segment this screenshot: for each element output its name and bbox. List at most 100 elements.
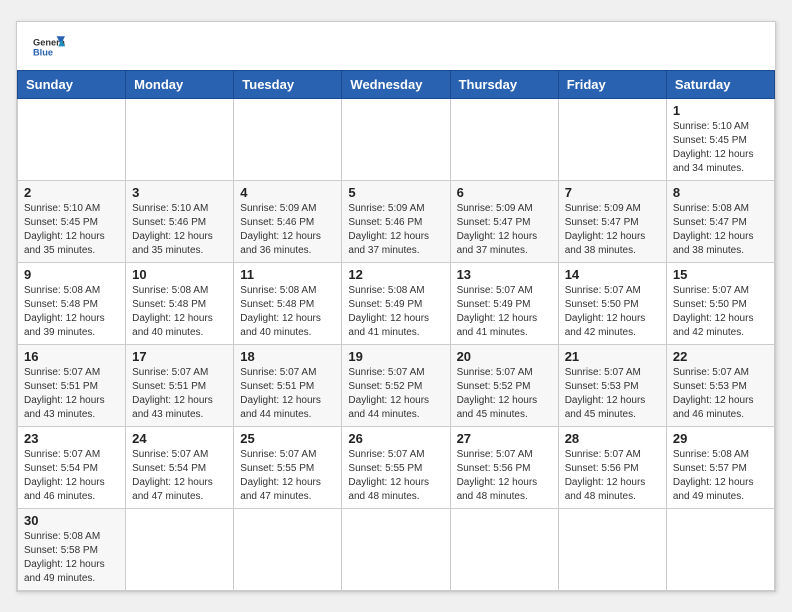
day-number: 19 xyxy=(348,349,443,364)
day-cell xyxy=(666,508,774,590)
day-number: 13 xyxy=(457,267,552,282)
week-row-5: 23Sunrise: 5:07 AM Sunset: 5:54 PM Dayli… xyxy=(18,426,775,508)
day-cell: 19 Sunrise: 5:07 AM Sunset: 5:52 PM Dayli… xyxy=(342,344,450,426)
weekday-header-row: SundayMondayTuesdayWednesdayThursdayFrid… xyxy=(18,70,775,98)
day-number: 17 xyxy=(132,349,227,364)
calendar-header: General Blue xyxy=(17,22,775,70)
day-cell: 27Sunrise: 5:07 AM Sunset: 5:56 PM Dayli… xyxy=(450,426,558,508)
day-cell: 24Sunrise: 5:07 AM Sunset: 5:54 PM Dayli… xyxy=(126,426,234,508)
day-number: 29 xyxy=(673,431,768,446)
day-cell: 21 Sunrise: 5:07 AM Sunset: 5:53 PM Dayli… xyxy=(558,344,666,426)
day-cell: 11Sunrise: 5:08 AM Sunset: 5:48 PM Dayli… xyxy=(234,262,342,344)
day-info: Sunrise: 5:07 AM Sunset: 5:55 PM Dayligh… xyxy=(348,448,443,504)
weekday-header-sunday: Sunday xyxy=(18,70,126,98)
day-info: Sunrise: 5:07 AM Sunset: 5:51 PM Dayligh… xyxy=(132,366,227,422)
day-cell xyxy=(126,508,234,590)
day-number: 5 xyxy=(348,185,443,200)
day-number: 22 xyxy=(673,349,768,364)
day-cell: 17 Sunrise: 5:07 AM Sunset: 5:51 PM Dayli… xyxy=(126,344,234,426)
day-cell: 10 Sunrise: 5:08 AM Sunset: 5:48 PM Dayli… xyxy=(126,262,234,344)
day-cell: 26 Sunrise: 5:07 AM Sunset: 5:55 PM Dayli… xyxy=(342,426,450,508)
day-cell: 7 Sunrise: 5:09 AM Sunset: 5:47 PM Daylig… xyxy=(558,180,666,262)
day-cell: 9Sunrise: 5:08 AM Sunset: 5:48 PM Daylig… xyxy=(18,262,126,344)
day-number: 15 xyxy=(673,267,768,282)
day-number: 9 xyxy=(24,267,119,282)
day-info: Sunrise: 5:09 AM Sunset: 5:47 PM Dayligh… xyxy=(457,202,552,258)
day-info: Sunrise: 5:07 AM Sunset: 5:51 PM Dayligh… xyxy=(24,366,119,422)
day-info: Sunrise: 5:07 AM Sunset: 5:50 PM Dayligh… xyxy=(565,284,660,340)
day-cell: 29 Sunrise: 5:08 AM Sunset: 5:57 PM Dayli… xyxy=(666,426,774,508)
day-number: 6 xyxy=(457,185,552,200)
weekday-header-wednesday: Wednesday xyxy=(342,70,450,98)
day-cell: 28Sunrise: 5:07 AM Sunset: 5:56 PM Dayli… xyxy=(558,426,666,508)
day-info: Sunrise: 5:07 AM Sunset: 5:53 PM Dayligh… xyxy=(565,366,660,422)
week-row-4: 16 Sunrise: 5:07 AM Sunset: 5:51 PM Dayli… xyxy=(18,344,775,426)
day-cell: 12 Sunrise: 5:08 AM Sunset: 5:49 PM Dayli… xyxy=(342,262,450,344)
weekday-header-monday: Monday xyxy=(126,70,234,98)
day-cell: 3 Sunrise: 5:10 AM Sunset: 5:46 PM Daylig… xyxy=(126,180,234,262)
logo: General Blue xyxy=(33,34,65,62)
day-cell: 16 Sunrise: 5:07 AM Sunset: 5:51 PM Dayli… xyxy=(18,344,126,426)
day-number: 26 xyxy=(348,431,443,446)
weekday-header-thursday: Thursday xyxy=(450,70,558,98)
day-info: Sunrise: 5:07 AM Sunset: 5:53 PM Dayligh… xyxy=(673,366,768,422)
day-number: 2 xyxy=(24,185,119,200)
day-info: Sunrise: 5:07 AM Sunset: 5:51 PM Dayligh… xyxy=(240,366,335,422)
day-number: 1 xyxy=(673,103,768,118)
day-number: 3 xyxy=(132,185,227,200)
day-info: Sunrise: 5:07 AM Sunset: 5:52 PM Dayligh… xyxy=(457,366,552,422)
week-row-1: 1 Sunrise: 5:10 AM Sunset: 5:45 PM Daylig… xyxy=(18,98,775,180)
day-cell: 22 Sunrise: 5:07 AM Sunset: 5:53 PM Dayli… xyxy=(666,344,774,426)
day-number: 30 xyxy=(24,513,119,528)
day-cell xyxy=(342,508,450,590)
day-cell xyxy=(18,98,126,180)
day-cell: 15 Sunrise: 5:07 AM Sunset: 5:50 PM Dayli… xyxy=(666,262,774,344)
weekday-header-friday: Friday xyxy=(558,70,666,98)
day-cell xyxy=(126,98,234,180)
day-info: Sunrise: 5:10 AM Sunset: 5:45 PM Dayligh… xyxy=(673,120,768,176)
day-info: Sunrise: 5:08 AM Sunset: 5:58 PM Dayligh… xyxy=(24,530,119,586)
day-cell: 4Sunrise: 5:09 AM Sunset: 5:46 PM Daylig… xyxy=(234,180,342,262)
day-cell: 5 Sunrise: 5:09 AM Sunset: 5:46 PM Daylig… xyxy=(342,180,450,262)
day-number: 10 xyxy=(132,267,227,282)
day-info: Sunrise: 5:08 AM Sunset: 5:49 PM Dayligh… xyxy=(348,284,443,340)
day-info: Sunrise: 5:08 AM Sunset: 5:48 PM Dayligh… xyxy=(132,284,227,340)
day-info: Sunrise: 5:08 AM Sunset: 5:57 PM Dayligh… xyxy=(673,448,768,504)
week-row-3: 9 Sunrise: 5:08 AM Sunset: 5:48 PM Daylig… xyxy=(18,262,775,344)
day-info: Sunrise: 5:07 AM Sunset: 5:50 PM Dayligh… xyxy=(673,284,768,340)
day-cell xyxy=(558,508,666,590)
day-cell xyxy=(234,508,342,590)
day-number: 8 xyxy=(673,185,768,200)
day-number: 16 xyxy=(24,349,119,364)
day-info: Sunrise: 5:07 AM Sunset: 5:54 PM Dayligh… xyxy=(24,448,119,504)
day-cell: 1 Sunrise: 5:10 AM Sunset: 5:45 PM Daylig… xyxy=(666,98,774,180)
day-cell: 30 Sunrise: 5:08 AM Sunset: 5:58 PM Dayli… xyxy=(18,508,126,590)
day-cell: 14Sunrise: 5:07 AM Sunset: 5:50 PM Dayli… xyxy=(558,262,666,344)
day-info: Sunrise: 5:07 AM Sunset: 5:56 PM Dayligh… xyxy=(565,448,660,504)
day-info: Sunrise: 5:07 AM Sunset: 5:49 PM Dayligh… xyxy=(457,284,552,340)
calendar-container: General Blue SundayMondayTuesdayWednesda… xyxy=(16,21,776,592)
day-cell: 8Sunrise: 5:08 AM Sunset: 5:47 PM Daylig… xyxy=(666,180,774,262)
day-cell xyxy=(450,98,558,180)
day-info: Sunrise: 5:07 AM Sunset: 5:55 PM Dayligh… xyxy=(240,448,335,504)
day-info: Sunrise: 5:07 AM Sunset: 5:54 PM Dayligh… xyxy=(132,448,227,504)
day-number: 18 xyxy=(240,349,335,364)
day-info: Sunrise: 5:10 AM Sunset: 5:45 PM Dayligh… xyxy=(24,202,119,258)
day-info: Sunrise: 5:10 AM Sunset: 5:46 PM Dayligh… xyxy=(132,202,227,258)
day-cell: 2 Sunrise: 5:10 AM Sunset: 5:45 PM Daylig… xyxy=(18,180,126,262)
weekday-header-saturday: Saturday xyxy=(666,70,774,98)
day-cell xyxy=(234,98,342,180)
day-info: Sunrise: 5:09 AM Sunset: 5:47 PM Dayligh… xyxy=(565,202,660,258)
day-cell xyxy=(450,508,558,590)
day-info: Sunrise: 5:09 AM Sunset: 5:46 PM Dayligh… xyxy=(348,202,443,258)
day-cell xyxy=(558,98,666,180)
day-info: Sunrise: 5:07 AM Sunset: 5:52 PM Dayligh… xyxy=(348,366,443,422)
day-number: 12 xyxy=(348,267,443,282)
day-info: Sunrise: 5:08 AM Sunset: 5:48 PM Dayligh… xyxy=(240,284,335,340)
calendar-table: SundayMondayTuesdayWednesdayThursdayFrid… xyxy=(17,70,775,591)
day-info: Sunrise: 5:07 AM Sunset: 5:56 PM Dayligh… xyxy=(457,448,552,504)
day-number: 21 xyxy=(565,349,660,364)
week-row-2: 2 Sunrise: 5:10 AM Sunset: 5:45 PM Daylig… xyxy=(18,180,775,262)
day-number: 7 xyxy=(565,185,660,200)
week-row-6: 30 Sunrise: 5:08 AM Sunset: 5:58 PM Dayli… xyxy=(18,508,775,590)
